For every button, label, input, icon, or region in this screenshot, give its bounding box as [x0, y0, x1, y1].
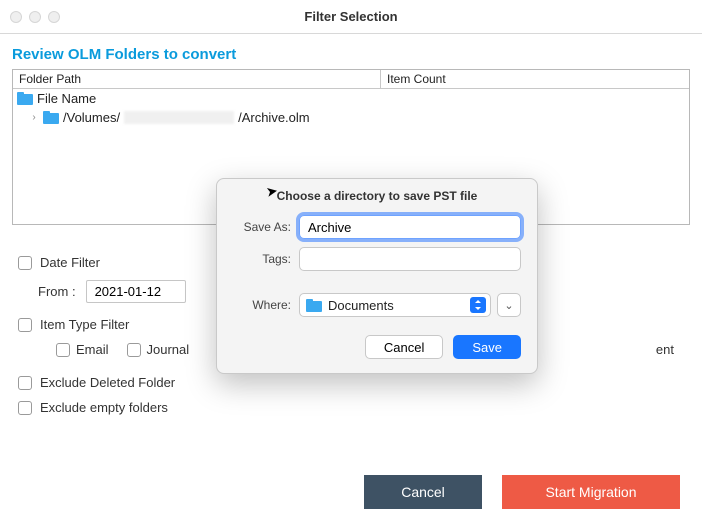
- root-label: File Name: [37, 91, 96, 106]
- window-title: Filter Selection: [10, 9, 692, 24]
- path-fragment: /Volumes/: [63, 110, 120, 125]
- exclude-empty-label: Exclude empty folders: [40, 400, 168, 415]
- journal-checkbox[interactable]: [127, 343, 141, 357]
- titlebar: Filter Selection: [0, 0, 702, 34]
- exclude-deleted-checkbox[interactable]: [18, 376, 32, 390]
- folder-icon: [43, 111, 59, 124]
- start-migration-button[interactable]: Start Migration: [502, 475, 680, 509]
- save-as-field: Save As:: [217, 211, 537, 243]
- item-type-filter-checkbox[interactable]: [18, 318, 32, 332]
- table-header: Folder Path Item Count: [13, 70, 689, 89]
- path-fragment: /Archive.olm: [238, 110, 310, 125]
- folder-icon: [306, 299, 322, 312]
- from-label: From :: [38, 284, 76, 299]
- chevron-right-icon[interactable]: ›: [29, 113, 39, 123]
- tags-input[interactable]: [299, 247, 521, 271]
- date-from-input[interactable]: [86, 280, 186, 303]
- column-folder-path[interactable]: Folder Path: [13, 70, 381, 88]
- dialog-save-button[interactable]: Save: [453, 335, 521, 359]
- page-title: Review OLM Folders to convert: [12, 46, 690, 63]
- redacted-path: [124, 111, 234, 124]
- item-type-filter-label: Item Type Filter: [40, 317, 129, 332]
- dialog-actions: Cancel Save: [217, 321, 537, 359]
- exclude-deleted-label: Exclude Deleted Folder: [40, 375, 175, 390]
- where-dropdown[interactable]: Documents: [299, 293, 491, 317]
- date-filter-checkbox[interactable]: [18, 256, 32, 270]
- partial-label: ent: [656, 342, 684, 357]
- window-controls: [10, 11, 60, 23]
- close-window[interactable]: [10, 11, 22, 23]
- save-dialog: Choose a directory to save PST file Save…: [216, 178, 538, 374]
- journal-label: Journal: [147, 342, 190, 357]
- email-label: Email: [76, 342, 109, 357]
- column-item-count[interactable]: Item Count: [381, 70, 689, 88]
- zoom-window[interactable]: [48, 11, 60, 23]
- table-row[interactable]: › /Volumes/ /Archive.olm: [13, 108, 689, 127]
- minimize-window[interactable]: [29, 11, 41, 23]
- exclude-empty-row[interactable]: Exclude empty folders: [18, 400, 684, 415]
- dialog-cancel-button[interactable]: Cancel: [365, 335, 443, 359]
- where-field: Where: Documents ⌄: [217, 289, 537, 321]
- dropdown-caret-icon: [470, 297, 486, 313]
- folder-icon: [17, 92, 33, 105]
- save-as-input[interactable]: [299, 215, 521, 239]
- exclude-deleted-row[interactable]: Exclude Deleted Folder: [18, 375, 684, 390]
- cancel-button[interactable]: Cancel: [364, 475, 482, 509]
- table-row-root[interactable]: File Name: [13, 89, 689, 108]
- dialog-title: Choose a directory to save PST file: [217, 179, 537, 211]
- tags-field: Tags:: [217, 243, 537, 275]
- where-value: Documents: [328, 298, 394, 313]
- where-label: Where:: [233, 298, 291, 312]
- email-option[interactable]: Email: [56, 342, 109, 357]
- date-filter-label: Date Filter: [40, 255, 100, 270]
- tags-label: Tags:: [233, 252, 291, 266]
- footer-actions: Cancel Start Migration: [364, 475, 680, 509]
- journal-option[interactable]: Journal: [127, 342, 190, 357]
- save-as-label: Save As:: [233, 220, 291, 234]
- email-checkbox[interactable]: [56, 343, 70, 357]
- expand-browser-button[interactable]: ⌄: [497, 293, 521, 317]
- chevron-down-icon: ⌄: [504, 299, 513, 312]
- exclude-empty-checkbox[interactable]: [18, 401, 32, 415]
